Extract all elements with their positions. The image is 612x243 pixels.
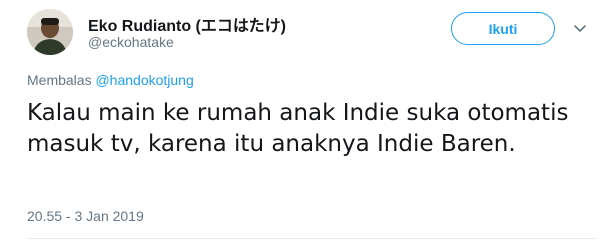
divider [27,238,597,239]
avatar-image [27,9,73,55]
avatar[interactable] [27,9,73,55]
follow-button[interactable]: Ikuti [451,12,555,45]
reply-prefix: Membalas [27,72,96,88]
tweet-text: Kalau main ke rumah anak Indie suka otom… [27,100,569,157]
user-handle[interactable]: @eckohatake [88,34,174,50]
more-menu-button[interactable] [573,22,587,36]
tweet-timestamp[interactable]: 20.55 - 3 Jan 2019 [27,208,144,224]
tweet-card: Eko Rudianto (エコはたけ) @eckohatake Ikuti M… [0,0,612,243]
reply-mention-link[interactable]: @handokotjung [95,72,193,88]
reply-context: Membalas @handokotjung [27,72,194,88]
display-name[interactable]: Eko Rudianto (エコはたけ) [88,12,286,36]
chevron-down-icon [574,25,586,32]
